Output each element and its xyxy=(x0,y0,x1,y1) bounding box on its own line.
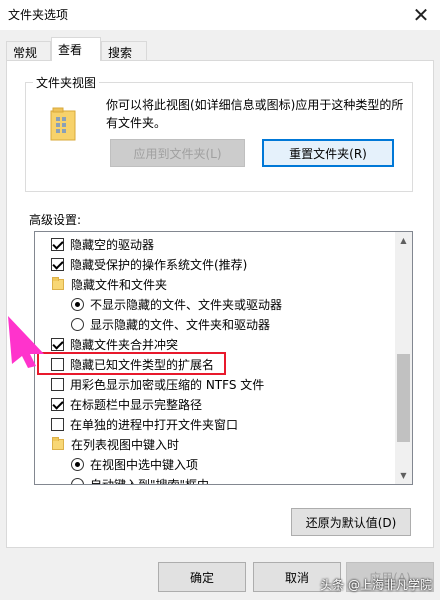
list-item-label: 隐藏文件和文件夹 xyxy=(71,277,168,292)
scroll-down-icon[interactable]: ▼ xyxy=(395,467,412,484)
folder-view-title: 文件夹视图 xyxy=(33,74,100,91)
list-item[interactable]: 不显示隐藏的文件、文件夹或驱动器 xyxy=(71,294,412,314)
tab-search[interactable]: 搜索 xyxy=(101,41,147,60)
ok-button[interactable]: 确定 xyxy=(158,562,246,592)
checkbox[interactable] xyxy=(51,377,64,391)
close-icon[interactable]: ✕ xyxy=(402,0,440,30)
list-item[interactable]: 自动键入到"搜索"框中 xyxy=(71,474,412,485)
folder-view-description: 你可以将此视图(如详细信息或图标)应用于这种类型的所有文件夹。 xyxy=(106,98,404,130)
list-item[interactable]: 用彩色显示加密或压缩的 NTFS 文件 xyxy=(51,374,411,394)
reset-folders-button[interactable]: 重置文件夹(R) xyxy=(262,139,394,167)
radio[interactable] xyxy=(71,317,84,331)
checkbox[interactable] xyxy=(51,417,64,431)
list-item: 在列表视图中键入时 xyxy=(52,434,412,454)
list-item[interactable]: 显示隐藏的文件、文件夹和驱动器 xyxy=(71,314,412,334)
window-title: 文件夹选项 xyxy=(8,8,69,22)
list-item-label: 不显示隐藏的文件、文件夹或驱动器 xyxy=(90,297,283,312)
scrollbar-thumb[interactable] xyxy=(397,354,410,442)
list-item-label: 隐藏受保护的操作系统文件(推荐) xyxy=(70,257,248,272)
pointer-arrow-icon xyxy=(8,316,44,368)
tab-general[interactable]: 常规 xyxy=(6,41,51,60)
restore-defaults-button[interactable]: 还原为默认值(D) xyxy=(291,508,411,536)
vertical-scrollbar[interactable]: ▲ ▼ xyxy=(395,232,412,484)
folder-icon xyxy=(52,436,64,450)
list-item-label: 隐藏空的驱动器 xyxy=(70,237,155,252)
folder-view-group: 文件夹视图 你可以将此视图(如详细信息或图标)应用于这种类型的所有文件夹。 应用… xyxy=(25,74,413,192)
radio[interactable] xyxy=(71,477,84,484)
list-item-label: 隐藏文件夹合并冲突 xyxy=(70,337,179,352)
list-item-label: 在单独的进程中打开文件夹窗口 xyxy=(70,417,239,432)
scroll-up-icon[interactable]: ▲ xyxy=(395,232,412,249)
list-item[interactable]: 在标题栏中显示完整路径 xyxy=(51,394,411,414)
list-item[interactable]: 在视图中选中键入项 xyxy=(71,454,412,474)
list-item[interactable]: 在单独的进程中打开文件夹窗口 xyxy=(51,414,411,434)
list-item[interactable]: 隐藏受保护的操作系统文件(推荐) xyxy=(51,254,411,274)
highlight-box xyxy=(37,352,226,375)
radio[interactable] xyxy=(71,457,84,471)
advanced-settings-label: 高级设置: xyxy=(29,213,82,227)
list-item-label: 在列表视图中键入时 xyxy=(71,437,180,452)
checkbox[interactable] xyxy=(51,237,64,251)
folder-icon xyxy=(52,276,64,290)
checkbox[interactable] xyxy=(51,257,64,271)
apply-to-folders-button[interactable]: 应用到文件夹(L) xyxy=(110,139,245,167)
list-item-label: 自动键入到"搜索"框中 xyxy=(90,477,210,485)
list-item[interactable]: 隐藏空的驱动器 xyxy=(51,234,411,254)
list-item-label: 在标题栏中显示完整路径 xyxy=(70,397,203,412)
watermark: 头条 @上海非凡学院 xyxy=(320,578,432,592)
list-item: 隐藏文件和文件夹 xyxy=(52,274,412,294)
list-item-label: 显示隐藏的文件、文件夹和驱动器 xyxy=(90,317,271,332)
checkbox[interactable] xyxy=(51,397,64,411)
title-bar: 文件夹选项 ✕ xyxy=(0,0,440,30)
list-item-label: 在视图中选中键入项 xyxy=(90,457,199,472)
tab-view[interactable]: 查看 xyxy=(51,37,101,61)
list-item-label: 用彩色显示加密或压缩的 NTFS 文件 xyxy=(70,377,265,392)
radio[interactable] xyxy=(71,297,84,311)
folder-view-icon xyxy=(50,107,76,141)
list-item[interactable]: 隐藏文件夹合并冲突 xyxy=(51,334,411,354)
